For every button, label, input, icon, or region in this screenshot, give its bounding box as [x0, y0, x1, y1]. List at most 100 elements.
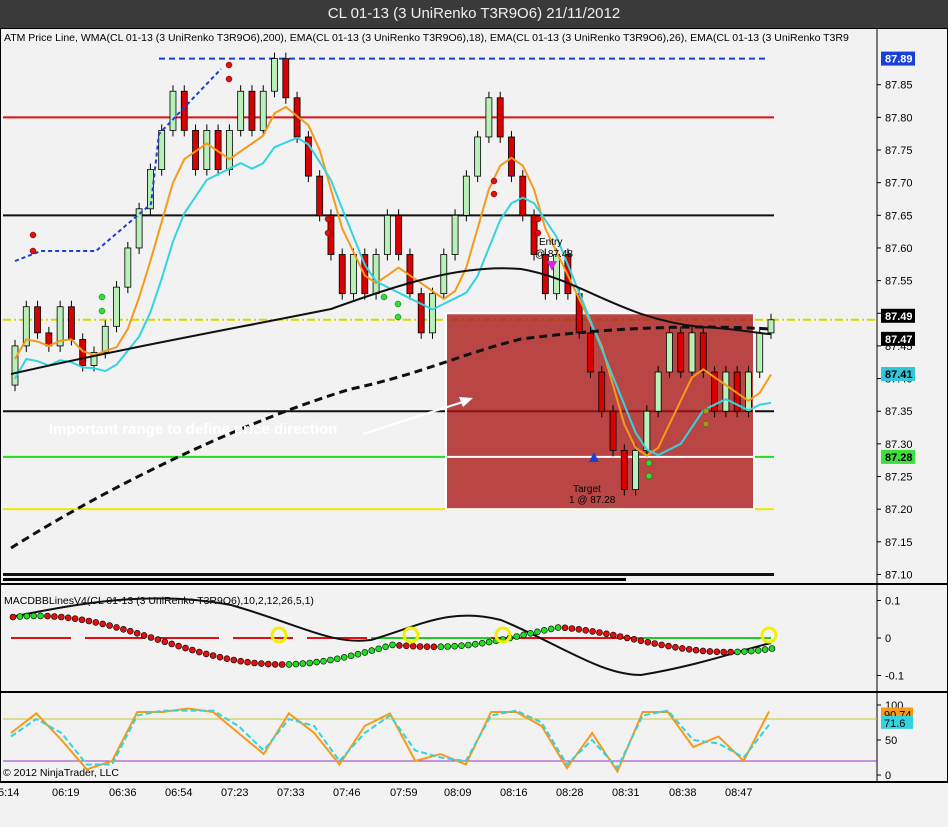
- macd-dot: [23, 612, 31, 620]
- renko-bar: [135, 208, 143, 249]
- macd-dot: [416, 643, 424, 650]
- time-axis-label: 08:09: [444, 787, 472, 799]
- macd-dot: [196, 648, 203, 656]
- macd-dot: [734, 648, 741, 656]
- macd-dot: [313, 658, 320, 666]
- range-annotation: Important range to define price directio…: [49, 421, 338, 438]
- time-axis-label: 06:19: [52, 787, 80, 799]
- macd-dot: [51, 613, 58, 620]
- macd-dot: [368, 647, 376, 654]
- renko-bar: [620, 449, 628, 490]
- renko-bar: [124, 247, 132, 288]
- macd-dot: [361, 649, 369, 656]
- macd-dot: [465, 641, 472, 649]
- renko-bar: [169, 90, 177, 131]
- time-axis-label: 07:59: [390, 787, 418, 799]
- signal-dot: [98, 293, 106, 301]
- price-y-tick-label: 87.15: [885, 537, 913, 549]
- macd-dot: [768, 645, 776, 652]
- macd-dot: [182, 644, 189, 652]
- stochastics-panel[interactable]: 100 50 0 90.74 71.6: [0, 692, 948, 782]
- renko-bar: [225, 130, 233, 171]
- macd-dot: [485, 638, 493, 646]
- macd-dot: [258, 660, 265, 667]
- price-y-tick-label: 87.65: [885, 210, 913, 222]
- macd-dot: [278, 661, 286, 668]
- macd-dot: [609, 631, 617, 639]
- time-axis-label: 08:28: [556, 787, 584, 799]
- macd-dot: [396, 642, 403, 649]
- renko-bar: [496, 97, 504, 138]
- macd-dot: [720, 648, 728, 656]
- macd-dot: [216, 653, 224, 661]
- price-panel[interactable]: ATM Price Line, WMA(CL 01-13 (3 UniRenko…: [0, 28, 948, 584]
- renko-bar: [688, 332, 696, 373]
- signal-dot: [29, 231, 37, 239]
- macd-dot: [161, 638, 169, 646]
- renko-bar: [553, 254, 561, 295]
- macd-dot: [644, 638, 652, 646]
- macd-panel[interactable]: MACDBBLinesV4(CL 01-13 (3 UniRenko T3R9O…: [0, 584, 948, 692]
- macd-dot: [672, 643, 679, 651]
- macd-dot: [616, 633, 624, 640]
- macd-dot: [651, 640, 659, 647]
- target-price-label: 1 @ 87.28: [569, 495, 616, 506]
- macd-dot: [202, 650, 210, 658]
- macd-dot: [402, 642, 410, 650]
- renko-bar: [158, 130, 166, 171]
- macd-dot: [547, 625, 555, 633]
- entry-label: Entry: [539, 237, 562, 248]
- macd-chart-svg: 0.1 0 -0.1: [9, 585, 904, 691]
- macd-dot: [561, 624, 569, 632]
- macd-dot: [306, 659, 314, 667]
- price-y-tick-label: 87.25: [885, 472, 913, 484]
- renko-bar: [316, 175, 324, 216]
- macd-signal-line: [10, 597, 772, 677]
- renko-bar: [395, 214, 403, 255]
- macd-dot: [747, 647, 755, 655]
- renko-bar: [417, 293, 425, 334]
- renko-bar: [451, 214, 459, 255]
- signal-dot: [394, 300, 402, 308]
- renko-bar: [654, 371, 662, 412]
- renko-bar: [474, 136, 482, 177]
- macd-dot: [423, 643, 431, 651]
- macd-dot: [30, 612, 38, 620]
- macd-dot: [85, 617, 93, 625]
- macd-dot: [244, 658, 251, 666]
- signal-dot: [645, 472, 653, 480]
- macd-dot: [327, 656, 334, 664]
- renko-bar: [429, 293, 436, 334]
- signal-dot: [490, 177, 498, 185]
- time-axis-label: 08:31: [612, 787, 640, 799]
- renko-bar: [237, 90, 245, 131]
- signal-dot: [490, 190, 498, 198]
- macd-dot: [175, 642, 182, 650]
- macd-dot: [409, 642, 417, 650]
- renko-bar: [767, 319, 775, 334]
- price-tag-label: 87.47: [885, 334, 913, 346]
- macd-dot: [713, 648, 721, 656]
- time-axis-label: 08:16: [500, 787, 528, 799]
- macd-dot: [340, 654, 348, 661]
- macd-dot: [623, 634, 631, 642]
- macd-dot: [71, 615, 79, 623]
- price-chart-svg: 87.8587.8087.7587.7087.6587.6087.5587.50…: [3, 29, 915, 583]
- renko-bar: [180, 90, 188, 131]
- renko-bar: [598, 371, 606, 412]
- renko-bar: [113, 286, 120, 327]
- macd-dot: [120, 625, 127, 633]
- macd-dot: [692, 646, 700, 654]
- macd-dot: [9, 613, 17, 621]
- macd-dot: [451, 642, 458, 650]
- macd-dot: [106, 622, 113, 629]
- time-axis-label: 07:23: [221, 787, 249, 799]
- renko-bar: [248, 90, 256, 131]
- macd-dot: [375, 645, 383, 653]
- macd-dot: [540, 626, 548, 634]
- macd-dot: [582, 626, 590, 634]
- macd-y-tick-label: 0: [885, 633, 891, 645]
- macd-dot: [237, 657, 244, 665]
- macd-dot: [458, 642, 465, 650]
- macd-dot: [513, 633, 521, 640]
